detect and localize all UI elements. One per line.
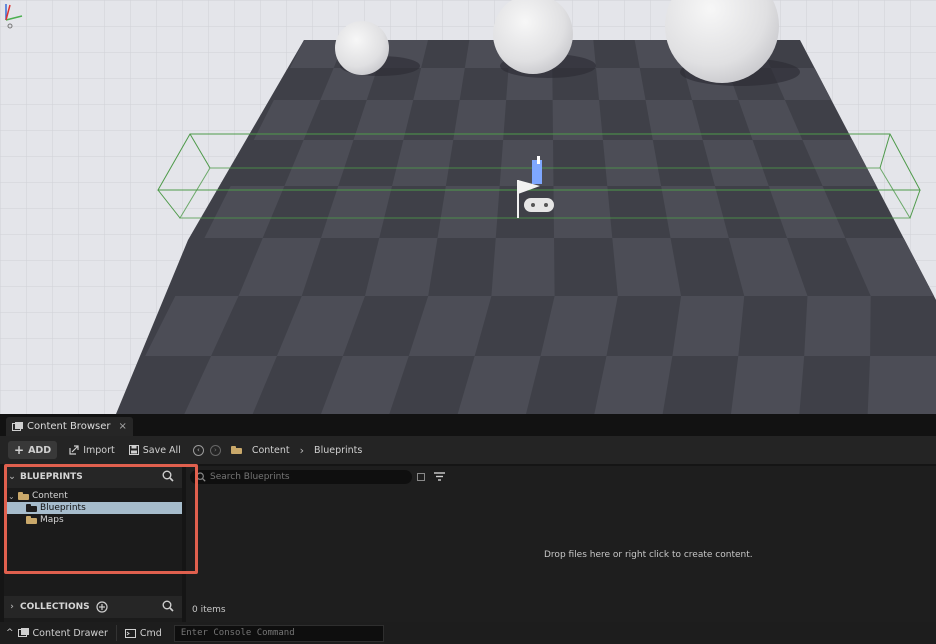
search-icon xyxy=(196,472,206,482)
search-input[interactable] xyxy=(210,472,400,482)
filter-icon[interactable] xyxy=(434,472,448,482)
import-icon xyxy=(69,445,79,455)
breadcrumb-content[interactable]: Content xyxy=(252,445,290,456)
save-all-label: Save All xyxy=(142,444,181,456)
asset-view[interactable]: Drop files here or right click to create… xyxy=(186,466,936,624)
floor-tile xyxy=(437,186,500,238)
floor-tile xyxy=(491,238,555,296)
cmd-button[interactable]: Cmd xyxy=(119,623,168,643)
save-all-button[interactable]: Save All xyxy=(125,441,185,459)
terminal-icon xyxy=(124,628,136,638)
import-button[interactable]: Import xyxy=(65,441,119,459)
floor-tile xyxy=(804,296,871,356)
folder-icon xyxy=(230,446,242,454)
cmd-label: Cmd xyxy=(139,627,162,639)
floor-tile xyxy=(413,68,465,100)
tree-item-label: Content xyxy=(32,491,68,501)
expand-arrow-icon[interactable]: ⌄ xyxy=(8,492,18,501)
save-icon xyxy=(128,445,139,455)
axis-gizmo-icon xyxy=(5,4,23,29)
folder-icon xyxy=(26,504,37,512)
folder-open-icon xyxy=(18,492,29,500)
floor-tile xyxy=(499,140,554,186)
add-collection-icon[interactable] xyxy=(96,601,108,613)
breadcrumb: Content › Blueprints xyxy=(227,441,367,459)
viewport-scene xyxy=(0,0,936,414)
chevron-down-icon: ⌄ xyxy=(8,472,16,482)
breadcrumb-separator-icon: › xyxy=(299,443,305,457)
tab-title: Content Browser xyxy=(27,421,111,432)
empty-message: Drop files here or right click to create… xyxy=(544,550,753,560)
collections-section-header[interactable]: › COLLECTIONS xyxy=(4,596,182,618)
floor-tile xyxy=(596,68,646,100)
floor-tile xyxy=(612,238,682,296)
forward-arrow-icon[interactable]: › xyxy=(209,444,221,456)
tree-item-content[interactable]: ⌄ Content xyxy=(4,490,182,502)
floor-tile xyxy=(672,296,745,356)
console-command-field[interactable] xyxy=(173,624,384,642)
tree-item-maps[interactable]: Maps xyxy=(4,514,182,526)
chevron-right-icon: › xyxy=(10,602,14,612)
search-field[interactable] xyxy=(190,470,412,484)
search-icon[interactable] xyxy=(162,470,174,482)
floor-tile xyxy=(602,140,662,186)
content-toolbar: + ADD Import Save All ‹ › Content › Blue… xyxy=(0,436,936,464)
content-drawer-button[interactable]: ^ Content Drawer xyxy=(0,623,114,643)
tree-item-label: Blueprints xyxy=(40,503,86,513)
tree-item-label: Maps xyxy=(40,515,64,525)
console-command-input[interactable] xyxy=(180,628,381,638)
collections-header-label: COLLECTIONS xyxy=(20,602,90,612)
floor-tile xyxy=(867,356,936,414)
item-count: 0 items xyxy=(192,605,226,615)
save-search-icon[interactable] xyxy=(417,473,425,481)
search-icon[interactable] xyxy=(162,600,174,612)
tab-content-browser[interactable]: Content Browser × xyxy=(6,417,133,436)
content-browser-icon xyxy=(17,628,29,637)
floor-tile xyxy=(553,186,613,238)
content-browser-icon xyxy=(12,421,23,431)
tab-bar: Content Browser × xyxy=(0,414,936,436)
status-bar: ^ Content Drawer Cmd xyxy=(0,622,936,644)
plus-icon: + xyxy=(14,443,25,457)
content-browser-panel: Content Browser × + ADD Import Save All … xyxy=(0,414,936,644)
close-tab-icon[interactable]: × xyxy=(118,421,126,432)
back-arrow-icon[interactable]: ‹ xyxy=(192,444,204,456)
tree-item-blueprints[interactable]: Blueprints xyxy=(4,502,182,514)
floor-tile xyxy=(731,356,805,414)
add-label: ADD xyxy=(28,444,52,456)
import-label: Import xyxy=(83,444,115,456)
breadcrumb-blueprints[interactable]: Blueprints xyxy=(314,445,362,456)
blueprints-header-label: BLUEPRINTS xyxy=(20,472,83,482)
floor-tile xyxy=(594,356,673,414)
chevron-up-icon: ^ xyxy=(6,628,14,638)
folder-icon xyxy=(26,516,37,524)
blueprints-section-header[interactable]: ⌄ BLUEPRINTS xyxy=(4,466,182,488)
content-drawer-label: Content Drawer xyxy=(32,627,108,639)
level-viewport[interactable] xyxy=(0,0,936,414)
sources-panel: ⌄ BLUEPRINTS ⌄ Content Blueprints Maps ›… xyxy=(4,466,182,642)
add-button[interactable]: + ADD xyxy=(8,441,58,459)
divider xyxy=(115,625,117,641)
folder-tree: ⌄ Content Blueprints Maps xyxy=(4,490,182,526)
